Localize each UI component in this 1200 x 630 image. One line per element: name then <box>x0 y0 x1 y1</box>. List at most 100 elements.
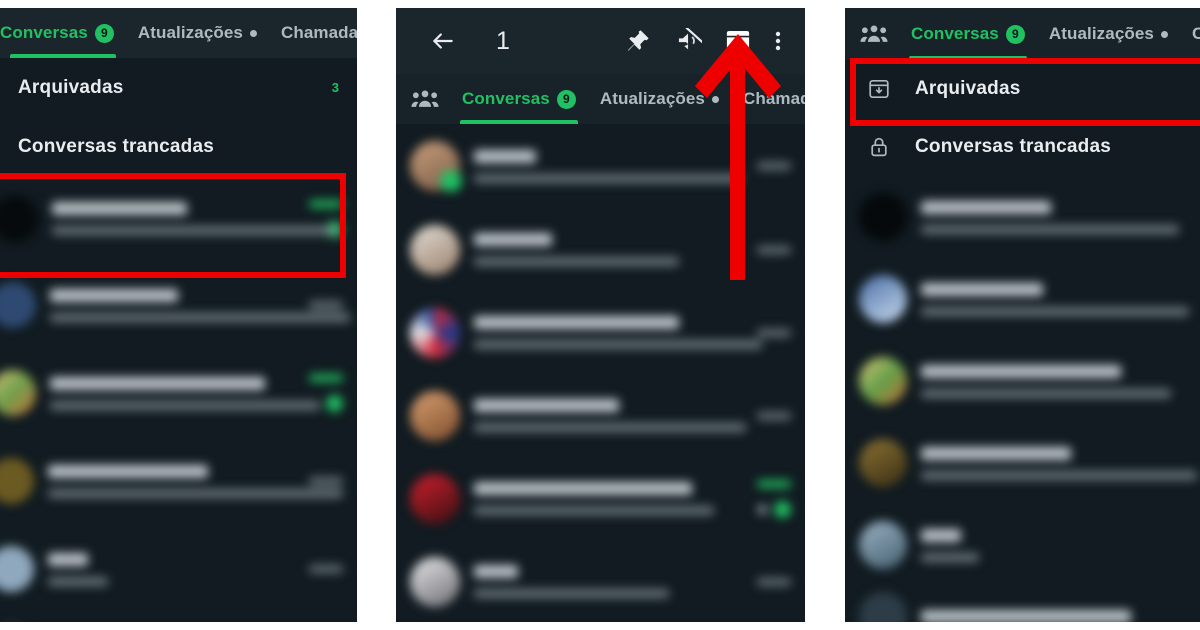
chat-preview <box>474 257 679 266</box>
groups-icon[interactable] <box>408 82 442 116</box>
chat-text-block <box>474 565 757 598</box>
phone-panel-3: Conversas 9 Atualizações Chama Arquivada… <box>845 8 1200 622</box>
chat-timestamp <box>757 479 791 488</box>
chat-meta <box>757 328 791 337</box>
chat-list-item[interactable] <box>845 258 1200 340</box>
chat-title <box>921 528 961 542</box>
chat-title <box>474 399 619 412</box>
tab-active-underline <box>909 56 1027 60</box>
more-vertical-icon[interactable] <box>765 22 791 60</box>
tab-chamadas[interactable]: Chamadas <box>269 8 357 58</box>
chat-text-block <box>50 376 320 410</box>
chat-list-item[interactable] <box>845 504 1200 586</box>
chat-title <box>921 446 1071 460</box>
unread-badge <box>774 500 791 518</box>
shortcut-conversas-trancadas-label: Conversas trancadas <box>915 136 1112 157</box>
chat-preview <box>50 400 320 410</box>
chat-text-block <box>921 282 1189 316</box>
tab-conversas-badge: 9 <box>94 23 114 43</box>
back-arrow-icon[interactable] <box>424 22 462 60</box>
shortcut-conversas-trancadas-panel1[interactable]: Conversas trancadas <box>0 117 357 176</box>
pin-icon[interactable] <box>619 22 657 60</box>
avatar <box>0 195 38 242</box>
chat-list-item[interactable] <box>0 261 357 349</box>
tab-conversas[interactable]: Conversas 9 <box>899 8 1037 60</box>
chat-preview <box>474 506 714 515</box>
shortcut-arquivadas-panel1[interactable]: Arquivadas 3 <box>0 58 357 117</box>
chat-preview <box>474 340 762 349</box>
chat-title <box>50 376 265 390</box>
mute-icon[interactable] <box>669 22 707 60</box>
screenshot-stage: Conversas 9 Atualizações Chamadas Arquiv… <box>0 0 1200 630</box>
chat-list-item[interactable] <box>396 457 805 540</box>
phone-panel-1: Conversas 9 Atualizações Chamadas Arquiv… <box>0 8 357 622</box>
chat-preview <box>474 589 669 598</box>
chat-preview <box>921 306 1189 316</box>
avatar <box>410 390 460 441</box>
chat-preview <box>921 388 1171 398</box>
chat-title <box>921 609 1131 622</box>
tab-chamadas-label: Chamadas <box>280 23 357 42</box>
chat-list-item[interactable] <box>396 208 805 291</box>
chat-list-item[interactable] <box>396 291 805 374</box>
chat-meta <box>309 477 343 485</box>
chat-text-block <box>50 288 350 322</box>
unread-badge <box>326 395 343 412</box>
chat-list-item[interactable] <box>0 349 357 437</box>
shortcut-arquivadas-panel3[interactable]: Arquivadas <box>845 60 1200 118</box>
tab-atualizacoes[interactable]: Atualizações <box>1037 8 1180 60</box>
chat-text-block <box>52 202 337 235</box>
tab-atualizacoes[interactable]: Atualizações <box>588 74 731 124</box>
chat-list-item[interactable] <box>845 176 1200 258</box>
phone-panel-2: 1 Conversas 9 Atualizações Chama <box>396 8 805 622</box>
muted-icon <box>758 504 767 514</box>
chat-title <box>474 316 679 329</box>
unread-dot-icon <box>1160 30 1168 38</box>
archive-icon[interactable] <box>719 22 757 60</box>
tab-bar-panel3: Conversas 9 Atualizações Chama <box>845 8 1200 60</box>
chat-list-item[interactable] <box>0 176 357 261</box>
tab-conversas-badge: 9 <box>1005 24 1025 44</box>
chat-title <box>474 233 552 246</box>
chat-list-item[interactable] <box>845 340 1200 422</box>
tab-chamadas[interactable]: Chama <box>1180 8 1200 60</box>
avatar <box>859 275 907 323</box>
chat-list-item[interactable] <box>396 374 805 457</box>
tab-conversas-badge: 9 <box>556 89 576 109</box>
chat-list-item[interactable] <box>396 124 805 208</box>
chat-title <box>474 565 518 578</box>
avatar <box>0 282 36 328</box>
tab-conversas-label: Conversas <box>0 23 88 42</box>
chat-list-item[interactable] <box>845 586 1200 622</box>
chat-title <box>921 364 1121 378</box>
chat-list-item[interactable] <box>0 525 357 613</box>
chat-timestamp <box>309 565 343 573</box>
avatar <box>859 521 907 569</box>
chat-text-block <box>474 399 757 432</box>
chat-list-item[interactable] <box>845 422 1200 504</box>
unread-dot-icon <box>711 95 719 103</box>
shortcut-conversas-trancadas-panel3[interactable]: Conversas trancadas <box>845 118 1200 176</box>
chat-preview <box>48 576 108 586</box>
chat-timestamp <box>757 162 791 170</box>
chat-preview <box>48 488 343 498</box>
tab-chamadas-label: Chamadas <box>742 89 805 108</box>
tab-atualizacoes[interactable]: Atualizações <box>126 8 269 58</box>
chat-list-item[interactable] <box>0 613 357 622</box>
bottom-margin <box>0 622 1200 630</box>
chat-timestamp <box>757 245 791 254</box>
tab-atualizacoes-label: Atualizações <box>137 23 243 42</box>
chat-title <box>50 288 178 302</box>
chat-text-block <box>921 528 1186 562</box>
chat-list-item[interactable] <box>0 437 357 525</box>
chat-list-item[interactable] <box>396 540 805 622</box>
groups-icon[interactable] <box>857 17 891 51</box>
avatar <box>0 546 34 592</box>
tab-chamadas[interactable]: Chamadas <box>731 74 805 124</box>
chat-preview <box>474 173 742 183</box>
chat-list-panel1 <box>0 176 357 622</box>
avatar <box>859 439 907 487</box>
tab-conversas[interactable]: Conversas 9 <box>450 74 588 124</box>
chat-preview <box>921 224 1179 234</box>
tab-conversas[interactable]: Conversas 9 <box>0 8 126 58</box>
